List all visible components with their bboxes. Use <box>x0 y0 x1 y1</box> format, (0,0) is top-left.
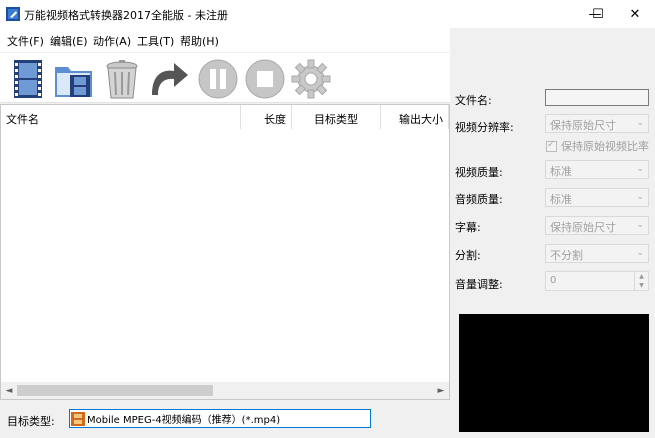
column-filename[interactable]: 文件名 <box>1 105 241 129</box>
target-type-bar: 目标类型: Mobile MPEG-4视频编码（推荐）(*.mp4) <box>0 400 450 438</box>
volume-spin-buttons: ▲ ▼ <box>634 272 648 290</box>
video-quality-value: 标准 <box>550 165 572 178</box>
maximize-icon: ☐ <box>592 6 604 22</box>
close-button[interactable]: ✕ <box>615 0 655 28</box>
title-bar: 万能视频格式转换器2017全能版 - 未注册 — ☐ ✕ <box>0 0 655 28</box>
volume-value: 0 <box>550 275 557 286</box>
subtitle-value: 保持原始尺寸 <box>550 221 616 234</box>
filename-label: 文件名: <box>455 94 492 107</box>
spin-down-icon[interactable]: ▼ <box>635 281 648 290</box>
audio-quality-label: 音频质量: <box>455 193 503 206</box>
pause-icon[interactable] <box>196 57 240 101</box>
chevron-down-icon: ⌄ <box>636 192 644 202</box>
file-list[interactable]: 文件名 长度 目标类型 输出大小 ◄ ► <box>0 104 450 400</box>
horizontal-scrollbar[interactable]: ◄ ► <box>1 382 449 399</box>
film-icon[interactable] <box>6 57 50 101</box>
keep-ratio-label: 保持原始视频比率 <box>561 140 649 153</box>
column-output-size[interactable]: 输出大小 <box>381 105 449 129</box>
properties-panel: 文件名: 视频分辨率: 保持原始尺寸 ⌄ ✓ 保持原始视频比率 视频质量: 标准… <box>450 28 655 438</box>
resolution-value: 保持原始尺寸 <box>550 119 616 132</box>
menu-action[interactable]: 动作(A) <box>93 33 131 49</box>
close-icon: ✕ <box>629 6 641 22</box>
target-type-label: 目标类型: <box>7 415 55 428</box>
stop-icon[interactable] <box>243 57 287 101</box>
filename-field[interactable] <box>545 89 649 106</box>
trash-icon[interactable] <box>100 57 144 101</box>
split-value: 不分割 <box>550 249 583 262</box>
video-preview <box>459 314 649 432</box>
column-target-type[interactable]: 目标类型 <box>292 105 381 129</box>
audio-quality-select[interactable]: 标准 ⌄ <box>545 188 649 207</box>
scroll-thumb[interactable] <box>17 385 213 396</box>
toolbar <box>0 53 450 103</box>
film-icon <box>71 411 85 426</box>
volume-label: 音量调整: <box>455 278 503 291</box>
video-quality-label: 视频质量: <box>455 166 503 179</box>
split-select[interactable]: 不分割 ⌄ <box>545 244 649 263</box>
target-type-select[interactable]: Mobile MPEG-4视频编码（推荐）(*.mp4) <box>69 409 371 428</box>
target-type-value: Mobile MPEG-4视频编码（推荐）(*.mp4) <box>87 415 281 426</box>
keep-ratio-checkbox[interactable]: ✓ 保持原始视频比率 <box>546 138 649 154</box>
subtitle-select[interactable]: 保持原始尺寸 ⌄ <box>545 216 649 235</box>
menu-bar: 文件(F) 编辑(E) 动作(A) 工具(T) 帮助(H) <box>0 28 450 52</box>
checkbox-box[interactable]: ✓ <box>546 138 557 152</box>
redo-icon[interactable] <box>146 57 190 101</box>
menu-edit[interactable]: 编辑(E) <box>50 33 88 49</box>
scroll-right-icon[interactable]: ► <box>433 382 449 399</box>
app-icon <box>6 7 20 21</box>
window-title: 万能视频格式转换器2017全能版 - 未注册 <box>24 9 228 22</box>
chevron-down-icon: ⌄ <box>636 164 644 174</box>
folder-film-icon[interactable] <box>52 57 96 101</box>
video-quality-select[interactable]: 标准 ⌄ <box>545 160 649 179</box>
subtitle-label: 字幕: <box>455 221 481 234</box>
chevron-down-icon: ⌄ <box>636 118 644 128</box>
chevron-down-icon: ⌄ <box>636 248 644 258</box>
scroll-left-icon[interactable]: ◄ <box>1 382 17 399</box>
volume-stepper[interactable]: 0 ▲ ▼ <box>545 271 649 291</box>
menu-help[interactable]: 帮助(H) <box>180 33 219 49</box>
column-length[interactable]: 长度 <box>241 105 292 129</box>
check-icon: ✓ <box>547 138 556 150</box>
maximize-button[interactable]: ☐ <box>578 0 618 28</box>
gear-icon[interactable] <box>289 57 333 101</box>
audio-quality-value: 标准 <box>550 193 572 206</box>
menu-file[interactable]: 文件(F) <box>7 33 44 49</box>
split-label: 分割: <box>455 249 481 262</box>
resolution-label: 视频分辨率: <box>455 121 514 134</box>
resolution-select[interactable]: 保持原始尺寸 ⌄ <box>545 114 649 133</box>
chevron-down-icon: ⌄ <box>636 220 644 230</box>
menu-tools[interactable]: 工具(T) <box>137 33 174 49</box>
spin-up-icon[interactable]: ▲ <box>635 272 648 281</box>
